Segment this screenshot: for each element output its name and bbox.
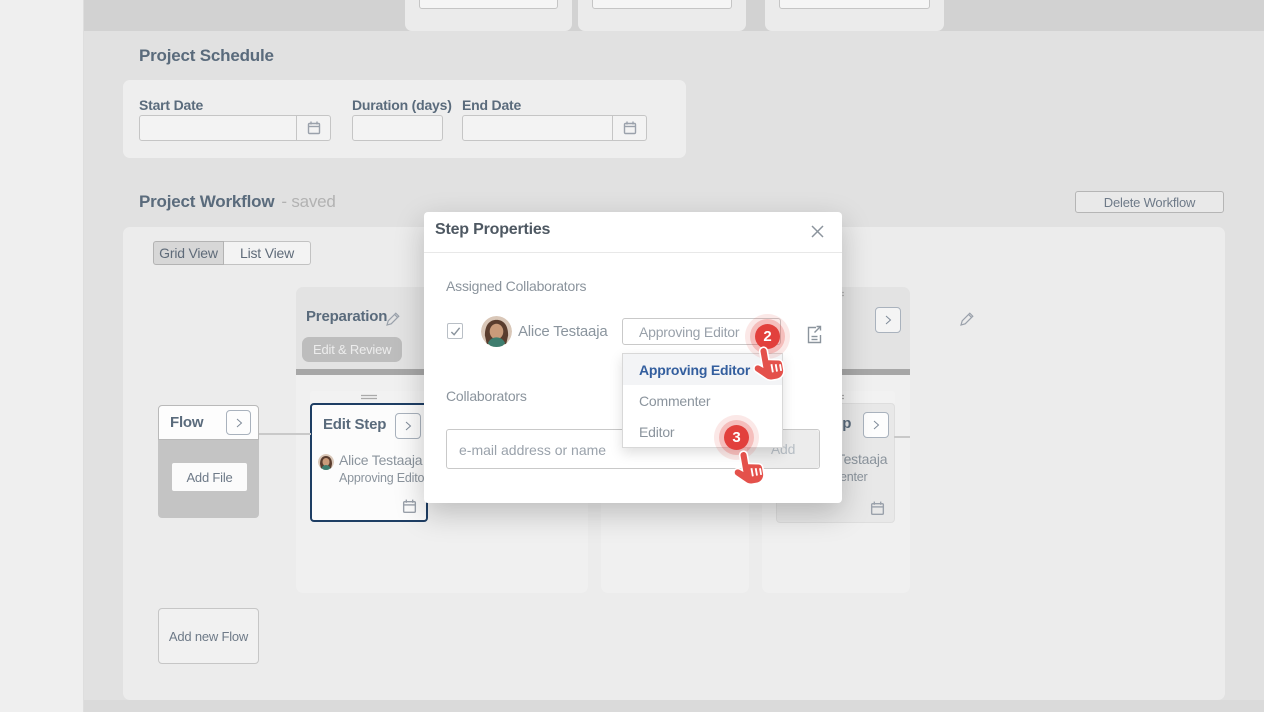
top-strip bbox=[84, 0, 1264, 31]
column-phase-badge: Edit & Review bbox=[302, 337, 402, 362]
flow-card-title: Flow bbox=[170, 414, 203, 431]
avatar-image bbox=[318, 454, 334, 470]
view-tabs: Grid View List View bbox=[153, 241, 311, 265]
clipped-card bbox=[578, 0, 746, 31]
start-date-input[interactable] bbox=[139, 115, 331, 141]
close-icon bbox=[810, 224, 825, 239]
flow-card-body: Add File bbox=[158, 440, 259, 518]
end-date-label: End Date bbox=[462, 97, 521, 113]
flow-connector-line bbox=[259, 433, 311, 435]
schedule-section-title: Project Schedule bbox=[139, 46, 274, 66]
step-open-button[interactable] bbox=[395, 413, 421, 439]
clipped-input[interactable] bbox=[419, 0, 558, 9]
calendar-icon bbox=[306, 120, 322, 136]
delete-workflow-button[interactable]: Delete Workflow bbox=[1075, 191, 1224, 213]
step-card-edit-step-selected[interactable]: Edit Step Alice Testaaja Approving Edito… bbox=[310, 403, 428, 522]
duration-input[interactable] bbox=[352, 115, 443, 141]
tab-grid-view[interactable]: Grid View bbox=[153, 241, 224, 265]
end-date-input[interactable] bbox=[462, 115, 647, 141]
check-icon bbox=[450, 326, 461, 337]
schedule-panel: Start Date Duration (days) End Date bbox=[123, 80, 686, 158]
clipped-card bbox=[765, 0, 944, 31]
pointer-hand-icon bbox=[744, 341, 793, 394]
step-assignee-role: Approving Editor bbox=[339, 471, 428, 485]
modal-title: Step Properties bbox=[435, 221, 550, 239]
end-date-calendar-button[interactable] bbox=[612, 116, 646, 140]
step-open-button[interactable] bbox=[863, 412, 889, 438]
add-file-button[interactable]: Add File bbox=[172, 463, 247, 491]
open-document-icon[interactable] bbox=[804, 324, 825, 346]
calendar-icon bbox=[622, 120, 638, 136]
workflow-section-title: Project Workflow - saved bbox=[139, 192, 336, 212]
tutorial-step-3-badge: 3 bbox=[724, 425, 749, 450]
card-drag-strip[interactable] bbox=[310, 391, 427, 403]
column-collapse-button[interactable] bbox=[875, 307, 901, 333]
flow-card-header: Flow bbox=[158, 405, 259, 440]
left-sidebar bbox=[0, 0, 84, 712]
avatar bbox=[481, 316, 512, 347]
step-card-title: Edit Step bbox=[323, 416, 386, 433]
collaborators-label: Collaborators bbox=[446, 388, 527, 404]
flow-open-button[interactable] bbox=[226, 410, 251, 435]
clipped-input[interactable] bbox=[779, 0, 930, 9]
clipped-card bbox=[405, 0, 572, 31]
tab-list-view[interactable]: List View bbox=[224, 241, 311, 265]
step-assignee-name: Alice Testaaja bbox=[339, 452, 422, 468]
workflow-saved-status: - saved bbox=[281, 192, 335, 211]
start-date-calendar-button[interactable] bbox=[296, 116, 330, 140]
avatar-image bbox=[481, 316, 512, 347]
modal-close-button[interactable] bbox=[807, 221, 827, 241]
add-new-flow-button[interactable]: Add new Flow bbox=[158, 608, 259, 664]
column-name: Preparation bbox=[306, 308, 387, 325]
collaborator-checkbox[interactable] bbox=[447, 323, 463, 339]
pointer-hand-icon bbox=[724, 445, 773, 498]
clipped-input[interactable] bbox=[592, 0, 732, 9]
chevron-right-icon bbox=[402, 420, 414, 432]
edit-pencil-icon[interactable] bbox=[958, 311, 975, 328]
collaborator-name: Alice Testaaja bbox=[518, 323, 607, 340]
bottom-strip bbox=[84, 700, 1264, 712]
app-canvas: Project Schedule Start Date Duration (da… bbox=[0, 0, 1264, 712]
role-option-editor[interactable]: Editor bbox=[623, 416, 782, 447]
chevron-right-icon bbox=[870, 419, 882, 431]
duration-label: Duration (days) bbox=[352, 97, 452, 113]
chevron-right-icon bbox=[233, 417, 245, 429]
chevron-right-icon bbox=[882, 314, 894, 326]
workflow-title-text: Project Workflow bbox=[139, 192, 274, 211]
flow-connector-line bbox=[894, 436, 910, 438]
edit-pencil-icon[interactable] bbox=[384, 311, 401, 328]
assigned-collaborators-label: Assigned Collaborators bbox=[446, 278, 586, 294]
calendar-icon[interactable] bbox=[401, 498, 418, 515]
modal-divider bbox=[424, 252, 842, 253]
drag-handle-icon bbox=[359, 394, 379, 400]
start-date-label: Start Date bbox=[139, 97, 203, 113]
avatar bbox=[318, 454, 334, 470]
calendar-icon[interactable] bbox=[869, 500, 886, 517]
